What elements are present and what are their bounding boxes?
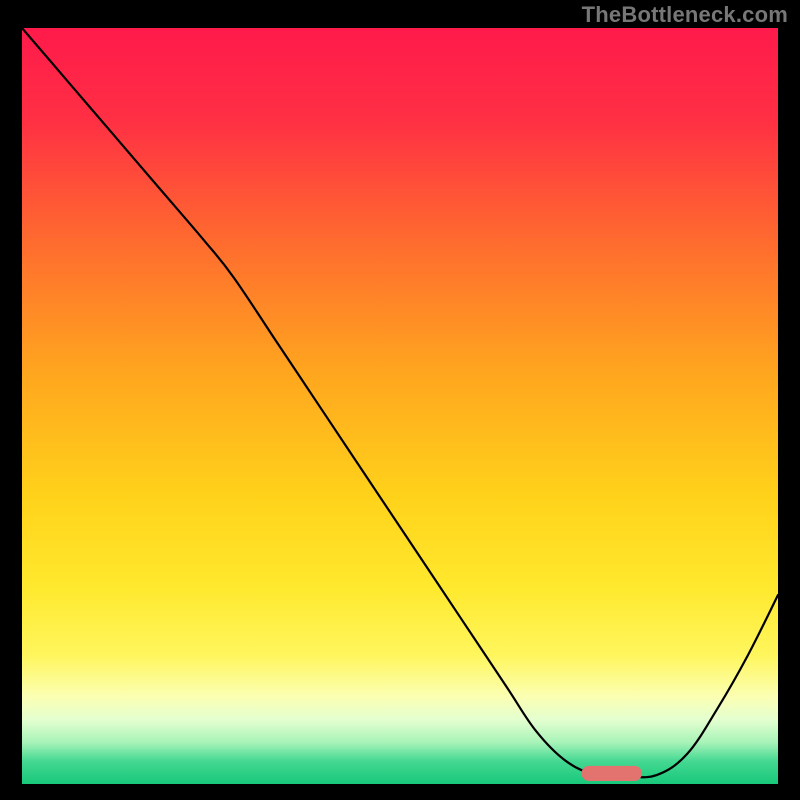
chart-svg (22, 28, 778, 784)
gradient-background (22, 28, 778, 784)
optimal-marker (581, 766, 641, 781)
watermark-text: TheBottleneck.com (582, 2, 788, 28)
bottleneck-plot (22, 28, 778, 784)
chart-frame: TheBottleneck.com (0, 0, 800, 800)
